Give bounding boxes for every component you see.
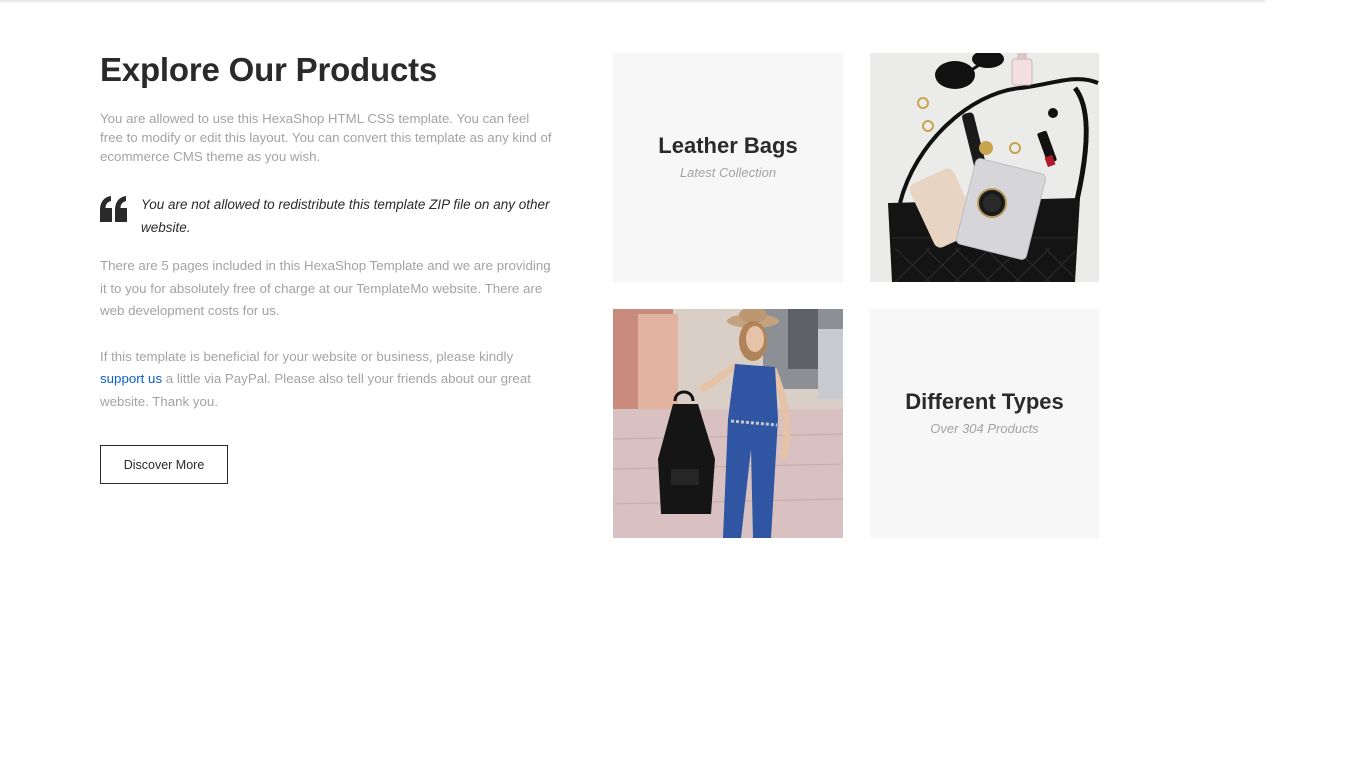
header-shadow <box>0 0 1265 4</box>
pages-paragraph: There are 5 pages included in this HexaS… <box>100 258 551 318</box>
quote-left-icon <box>100 196 128 222</box>
support-us-link[interactable]: support us <box>100 371 162 386</box>
discover-more-button[interactable]: Discover More <box>100 445 228 484</box>
bag-flatlay-image[interactable] <box>870 53 1099 282</box>
leather-bags-subtitle: Latest Collection <box>679 165 777 180</box>
woman-with-bag-image[interactable] <box>613 309 843 538</box>
support-text-before: If this template is beneficial for your … <box>100 348 514 364</box>
different-types-tile[interactable]: Different Types Over 304 Products <box>870 309 1099 538</box>
intro-paragraph: You are allowed to use this HexaShop HTM… <box>100 111 552 164</box>
blockquote: You are not allowed to redistribute this… <box>100 193 552 239</box>
leather-bags-title: Leather Bags <box>658 133 798 158</box>
different-types-subtitle: Over 304 Products <box>930 421 1039 436</box>
explore-section: Explore Our Products You are allowed to … <box>100 48 552 484</box>
support-text-after: a little via PayPal. Please also tell yo… <box>100 371 531 409</box>
section-title: Explore Our Products <box>100 51 438 88</box>
support-paragraph: If this template is beneficial for your … <box>100 346 552 414</box>
leather-bags-tile[interactable]: Leather Bags Latest Collection <box>613 53 843 282</box>
different-types-title: Different Types <box>905 389 1064 414</box>
quote-text: You are not allowed to redistribute this… <box>141 197 550 235</box>
